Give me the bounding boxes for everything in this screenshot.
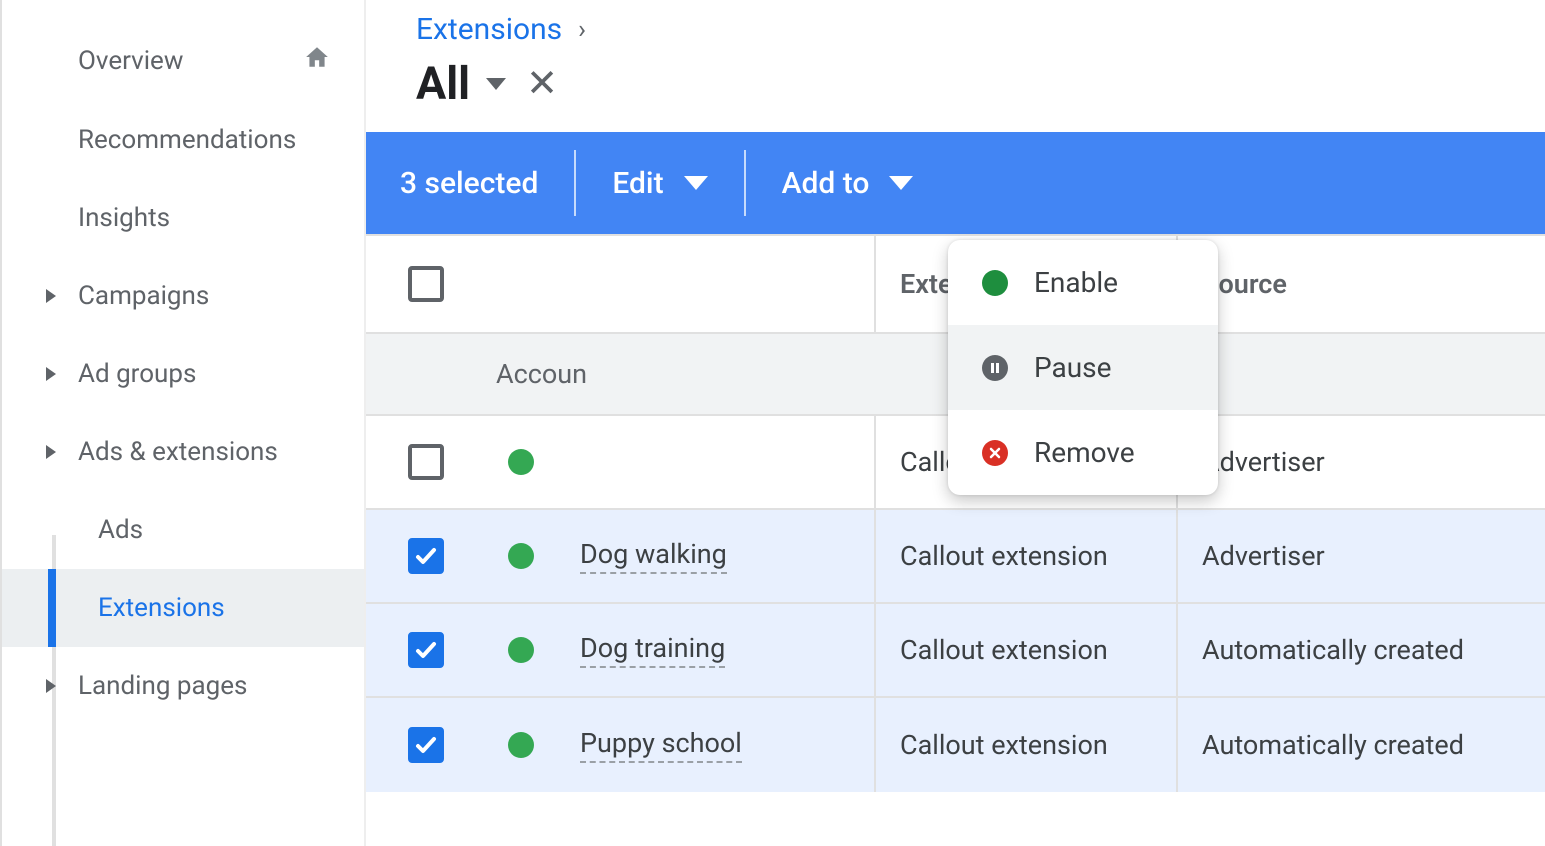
main-content: Extensions › All ✕ 3 selected Edit bbox=[366, 0, 1545, 846]
remove-status-icon bbox=[982, 440, 1008, 466]
sidebar-item-ad-groups[interactable]: Ad groups bbox=[2, 335, 364, 413]
page-header: Extensions › All ✕ bbox=[366, 0, 1545, 132]
row-checkbox[interactable] bbox=[408, 632, 444, 668]
status-enabled-icon bbox=[508, 449, 534, 475]
addto-label: Add to bbox=[782, 166, 870, 201]
sidebar-item-extensions[interactable]: Extensions bbox=[2, 569, 364, 647]
menu-item-label: Enable bbox=[1034, 266, 1118, 299]
extension-source: Advertiser bbox=[1202, 446, 1325, 478]
group-label: Accoun bbox=[496, 358, 587, 390]
sidebar-item-label: Ad groups bbox=[78, 359, 196, 389]
extension-type: Callout extension bbox=[900, 634, 1108, 666]
sidebar-item-landing-pages[interactable]: Landing pages bbox=[2, 647, 364, 725]
sidebar-item-overview[interactable]: Overview bbox=[2, 20, 364, 101]
table-row[interactable]: Dog walking Callout extension Advertiser bbox=[366, 510, 1545, 604]
chevron-down-icon bbox=[486, 78, 506, 90]
filter-label: All bbox=[416, 57, 470, 110]
edit-dropdown-menu: Enable Pause Remove bbox=[948, 240, 1218, 495]
row-checkbox[interactable] bbox=[408, 538, 444, 574]
bulk-action-bar: 3 selected Edit Add to bbox=[366, 132, 1545, 234]
menu-item-label: Pause bbox=[1034, 351, 1111, 384]
clear-filter-button[interactable]: ✕ bbox=[526, 61, 558, 106]
menu-item-enable[interactable]: Enable bbox=[948, 240, 1218, 325]
sidebar-item-label: Insights bbox=[78, 203, 170, 233]
sidebar-item-recommendations[interactable]: Recommendations bbox=[2, 101, 364, 179]
edit-dropdown-button[interactable]: Edit bbox=[576, 132, 743, 234]
extension-source: Automatically created bbox=[1202, 729, 1464, 761]
edit-label: Edit bbox=[612, 166, 663, 201]
sidebar-item-ads[interactable]: Ads bbox=[2, 491, 364, 569]
chevron-right-icon bbox=[46, 289, 56, 303]
menu-item-remove[interactable]: Remove bbox=[948, 410, 1218, 495]
sidebar-item-label: Recommendations bbox=[78, 125, 296, 155]
sidebar-item-label: Campaigns bbox=[78, 281, 209, 311]
menu-item-pause[interactable]: Pause bbox=[948, 325, 1218, 410]
selection-count: 3 selected bbox=[400, 132, 574, 234]
sidebar-item-label: Overview bbox=[78, 46, 183, 76]
sidebar-item-label: Ads & extensions bbox=[78, 437, 278, 467]
extension-type: Callout extension bbox=[900, 540, 1108, 572]
sidebar-item-label: Extensions bbox=[98, 593, 225, 623]
home-icon bbox=[302, 44, 332, 77]
row-checkbox[interactable] bbox=[408, 444, 444, 480]
sidebar-item-campaigns[interactable]: Campaigns bbox=[2, 257, 364, 335]
status-enabled-icon bbox=[508, 543, 534, 569]
table-row[interactable]: Dog training Callout extension Automatic… bbox=[366, 604, 1545, 698]
filter-dropdown[interactable]: All bbox=[416, 57, 506, 110]
status-enabled-icon bbox=[508, 637, 534, 663]
enable-status-icon bbox=[982, 270, 1008, 296]
menu-item-label: Remove bbox=[1034, 436, 1135, 469]
extension-source: Advertiser bbox=[1202, 540, 1325, 572]
addto-dropdown-button[interactable]: Add to bbox=[746, 132, 950, 234]
sidebar-item-label: Landing pages bbox=[78, 671, 247, 701]
status-enabled-icon bbox=[508, 732, 534, 758]
row-checkbox[interactable] bbox=[408, 727, 444, 763]
extension-type: Callout extension bbox=[900, 729, 1108, 761]
sidebar-item-label: Ads bbox=[98, 515, 143, 545]
extension-source: Automatically created bbox=[1202, 634, 1464, 666]
table-row[interactable]: Puppy school Callout extension Automatic… bbox=[366, 698, 1545, 792]
chevron-right-icon: › bbox=[578, 15, 586, 45]
extension-name[interactable]: Dog training bbox=[580, 632, 725, 668]
sidebar-item-insights[interactable]: Insights bbox=[2, 179, 364, 257]
selection-count-text: 3 selected bbox=[400, 166, 538, 201]
select-all-checkbox[interactable] bbox=[408, 266, 444, 302]
chevron-down-icon bbox=[889, 176, 913, 190]
extension-name[interactable]: Dog walking bbox=[580, 538, 727, 574]
breadcrumb[interactable]: Extensions › bbox=[416, 12, 1495, 47]
chevron-right-icon bbox=[46, 445, 56, 459]
pause-status-icon bbox=[982, 355, 1008, 381]
chevron-right-icon bbox=[46, 679, 56, 693]
sidebar: Overview Recommendations Insights Campai… bbox=[2, 0, 366, 846]
breadcrumb-label: Extensions bbox=[416, 12, 562, 47]
chevron-right-icon bbox=[46, 367, 56, 381]
sidebar-item-ads-extensions[interactable]: Ads & extensions bbox=[2, 413, 364, 491]
extension-name[interactable]: Puppy school bbox=[580, 727, 742, 763]
chevron-down-icon bbox=[684, 176, 708, 190]
